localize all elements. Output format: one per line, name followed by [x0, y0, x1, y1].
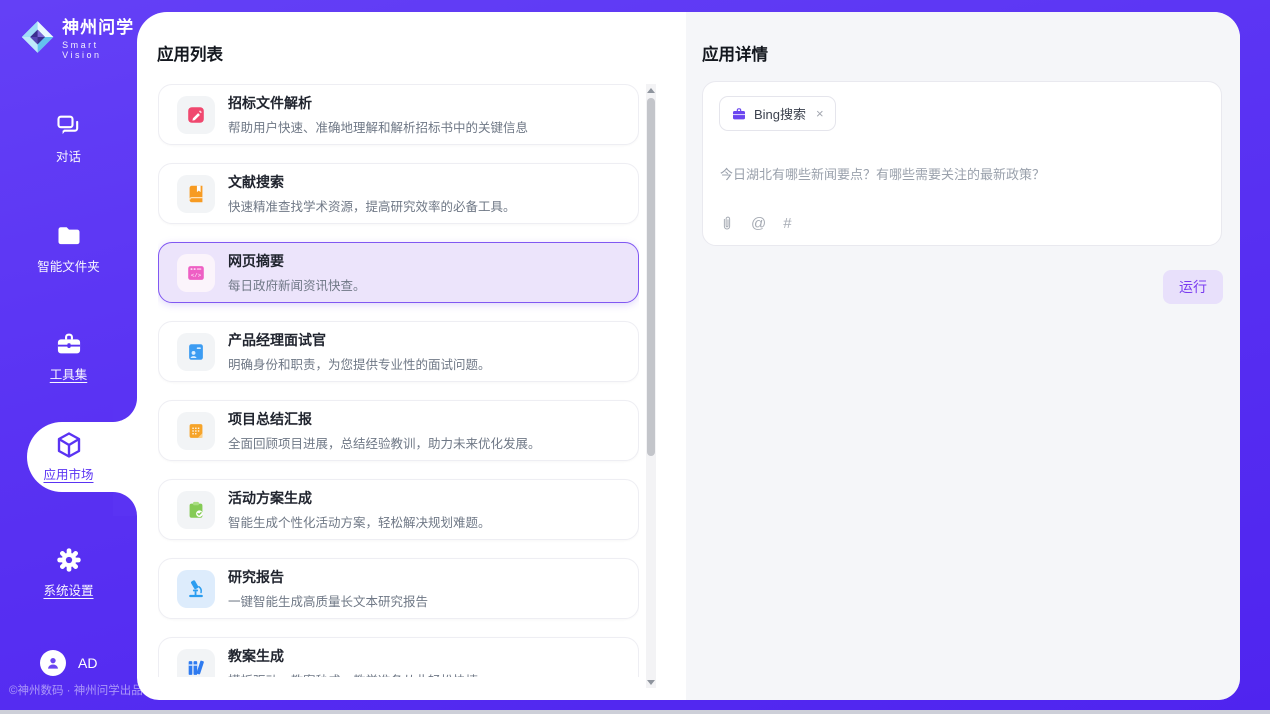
hash-icon[interactable]: #	[783, 215, 791, 232]
sidebar-item-smart-folder[interactable]: 智能文件夹	[0, 222, 137, 275]
query-text: 今日湖北有哪些新闻要点？有哪些需要关注的最新政策？	[720, 164, 1045, 183]
sidebar-item-label: 系统设置	[0, 580, 137, 599]
app-detail-title: 应用详情	[702, 41, 768, 65]
user-initials: AD	[78, 655, 97, 671]
brand-logo: 神州问学 Smart Vision	[20, 13, 137, 60]
app-title: 网页摘要	[228, 251, 366, 271]
app-title: 文献搜索	[228, 172, 516, 192]
app-subtitle: 帮助用户快速、准确地理解和解析招标书中的关键信息	[228, 117, 528, 136]
cube-icon	[54, 430, 84, 460]
prompt-input[interactable]: Bing搜索 × 今日湖北有哪些新闻要点？有哪些需要关注的最新政策？ @ #	[702, 81, 1222, 246]
bottom-edge	[0, 710, 1270, 714]
scroll-down-arrow[interactable]	[646, 676, 656, 688]
list-item-webpage-summary[interactable]: </> 网页摘要 每日政府新闻资讯快查。	[158, 242, 639, 303]
chat-icon	[55, 112, 83, 140]
scrollbar[interactable]	[646, 84, 656, 688]
sidebar-item-app-market[interactable]: 应用市场	[0, 430, 137, 483]
list-item-pm-interviewer[interactable]: 产品经理面试官 明确身份和职责，为您提供专业性的面试问题。	[158, 321, 639, 382]
sidebar-item-label: 工具集	[0, 364, 137, 383]
at-icon[interactable]: @	[751, 215, 766, 232]
clipboard-check-icon	[177, 491, 215, 529]
bid-document-edit-icon	[177, 96, 215, 134]
gear-icon	[55, 546, 83, 574]
paperclip-icon[interactable]	[720, 215, 734, 232]
scrollbar-thumb[interactable]	[647, 98, 655, 456]
app-subtitle: 全面回顾项目进展，总结经验教训，助力未来优化发展。	[228, 433, 541, 452]
toolbox-icon	[55, 330, 83, 358]
run-button[interactable]: 运行	[1163, 270, 1223, 304]
main-content: 应用列表 招标文件解析 帮助用户快速、准确地理解和解析招标书中的关键信息	[137, 12, 1240, 700]
app-detail-panel: 应用详情 Bing搜索 × 今日湖北有哪些新闻要点？有哪些需要关注的最新政策？ …	[686, 12, 1240, 700]
sidebar-item-toolset[interactable]: 工具集	[0, 330, 137, 383]
copyright-footer: ©神州数码 · 神州问学出品	[9, 682, 143, 698]
svg-text:</>: </>	[191, 272, 202, 279]
note-icon	[177, 412, 215, 450]
composer-toolbar: @ #	[720, 215, 792, 232]
sidebar-item-chat[interactable]: 对话	[0, 112, 137, 165]
app-title: 项目总结汇报	[228, 409, 541, 429]
folder-icon	[55, 222, 83, 250]
briefcase-icon	[731, 106, 747, 122]
app-title: 招标文件解析	[228, 93, 528, 113]
app-list: 招标文件解析 帮助用户快速、准确地理解和解析招标书中的关键信息 文献搜索 快速精…	[158, 84, 639, 677]
app-title: 教案生成	[228, 646, 478, 666]
app-title: 研究报告	[228, 567, 428, 587]
brand-name: 神州问学	[62, 13, 137, 38]
list-item-literature-search[interactable]: 文献搜索 快速精准查找学术资源，提高研究效率的必备工具。	[158, 163, 639, 224]
sidebar: 神州问学 Smart Vision 对话 智能文件夹 工具集	[0, 0, 137, 714]
books-icon	[177, 649, 215, 678]
microscope-icon	[177, 570, 215, 608]
resume-person-icon	[177, 333, 215, 371]
sidebar-item-label: 应用市场	[0, 464, 137, 483]
sidebar-item-settings[interactable]: 系统设置	[0, 546, 137, 599]
user-account[interactable]: AD	[40, 650, 97, 676]
close-icon[interactable]: ×	[816, 106, 824, 121]
list-item-bid-parse[interactable]: 招标文件解析 帮助用户快速、准确地理解和解析招标书中的关键信息	[158, 84, 639, 145]
app-subtitle: 一键智能生成高质量长文本研究报告	[228, 591, 428, 610]
sidebar-item-label: 智能文件夹	[0, 256, 137, 275]
app-subtitle: 明确身份和职责，为您提供专业性的面试问题。	[228, 354, 491, 373]
brand-tagline: Smart Vision	[62, 40, 137, 60]
app-subtitle: 智能生成个性化活动方案，轻松解决规划难题。	[228, 512, 491, 531]
tool-chip-bing-search[interactable]: Bing搜索 ×	[719, 96, 836, 131]
list-item-project-summary[interactable]: 项目总结汇报 全面回顾项目进展，总结经验教训，助力未来优化发展。	[158, 400, 639, 461]
app-title: 活动方案生成	[228, 488, 491, 508]
webpage-icon: </>	[177, 254, 215, 292]
app-title: 产品经理面试官	[228, 330, 491, 350]
diamond-logo-icon	[20, 18, 55, 56]
avatar[interactable]	[40, 650, 66, 676]
app-subtitle: 模板驱动，教案秒成，教学准备从此轻松快捷	[228, 670, 478, 677]
app-subtitle: 每日政府新闻资讯快查。	[228, 275, 366, 294]
app-list-title: 应用列表	[157, 41, 223, 65]
list-item-lesson-plan[interactable]: 教案生成 模板驱动，教案秒成，教学准备从此轻松快捷	[158, 637, 639, 677]
list-item-research-report[interactable]: 研究报告 一键智能生成高质量长文本研究报告	[158, 558, 639, 619]
tool-chip-label: Bing搜索	[754, 104, 806, 123]
person-icon	[45, 655, 61, 671]
list-item-event-plan[interactable]: 活动方案生成 智能生成个性化活动方案，轻松解决规划难题。	[158, 479, 639, 540]
sidebar-item-label: 对话	[0, 146, 137, 165]
scroll-up-arrow[interactable]	[646, 84, 656, 96]
app-subtitle: 快速精准查找学术资源，提高研究效率的必备工具。	[228, 196, 516, 215]
book-icon	[177, 175, 215, 213]
